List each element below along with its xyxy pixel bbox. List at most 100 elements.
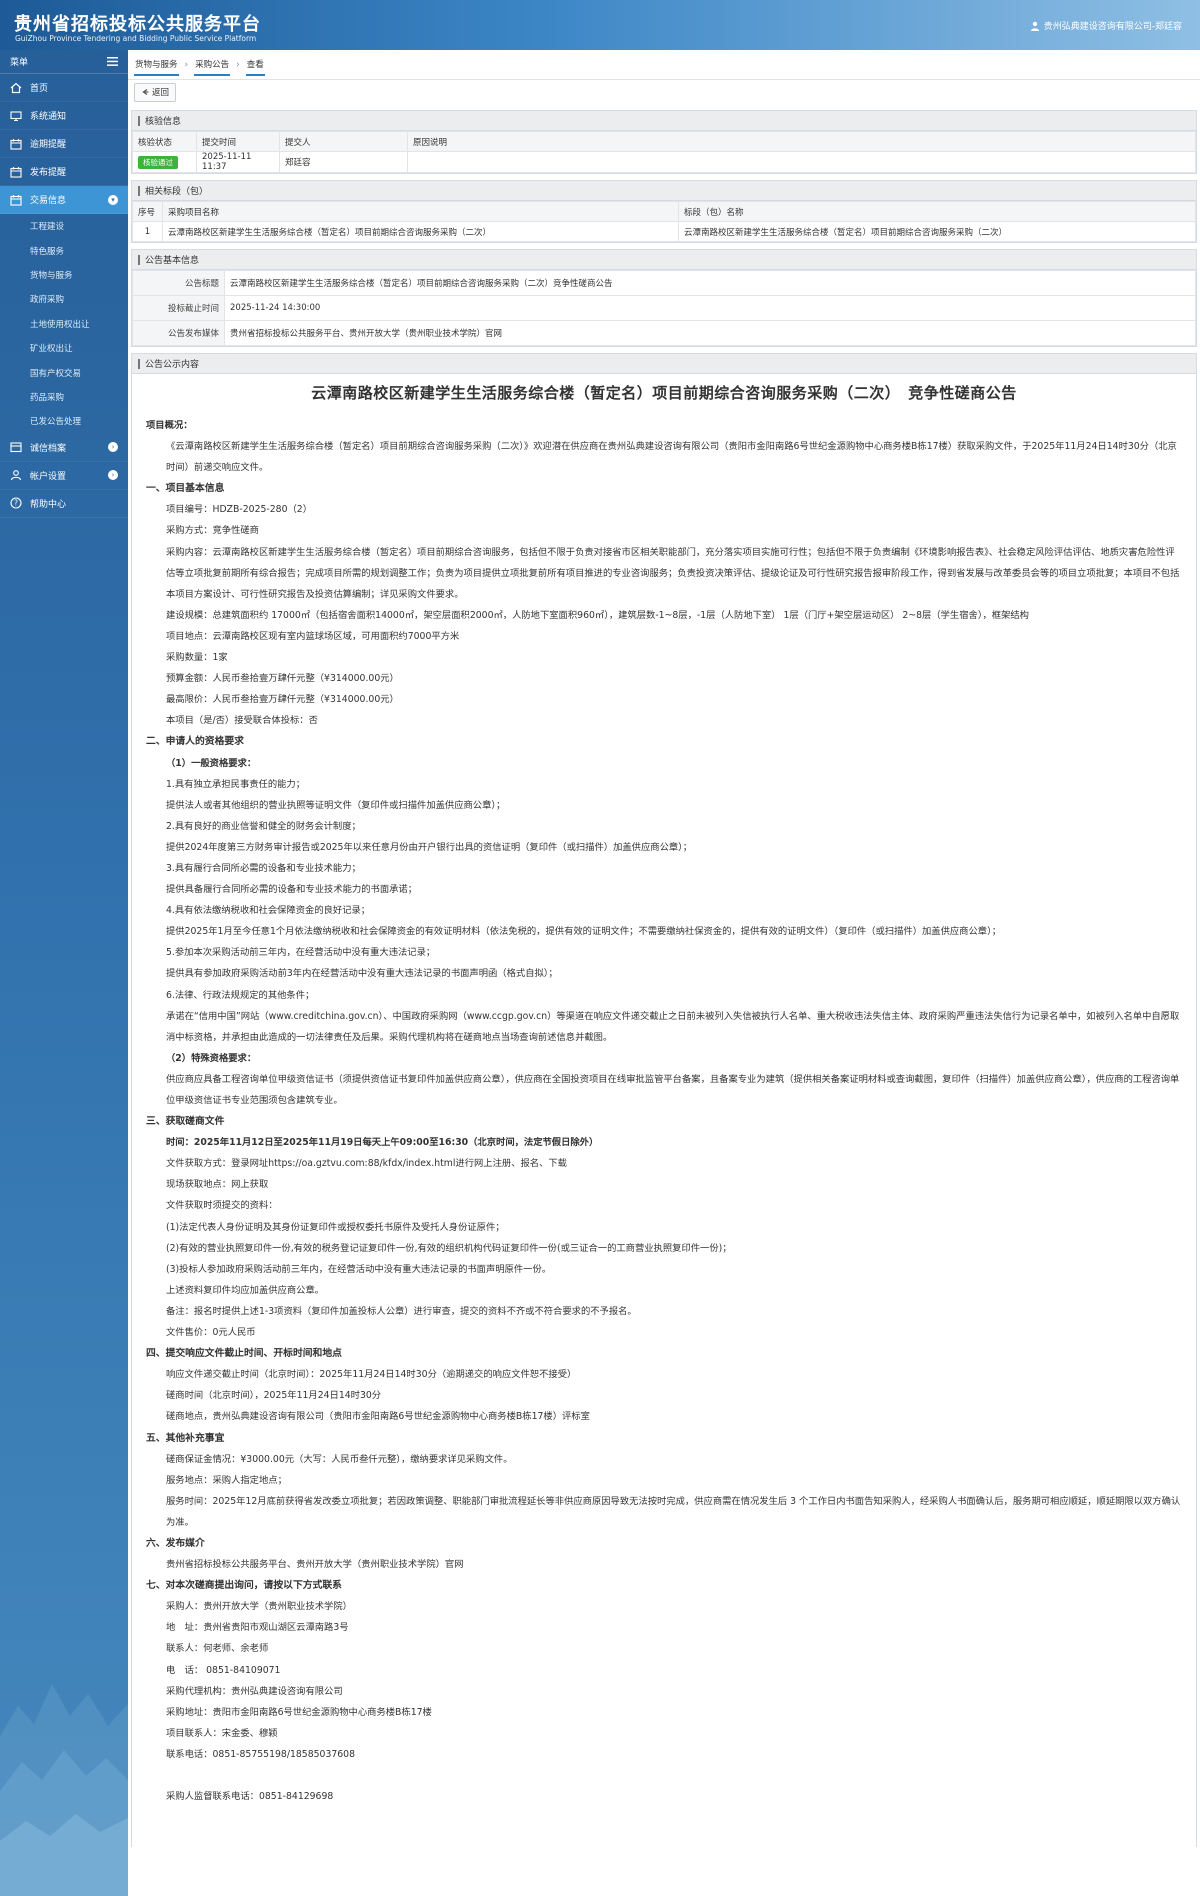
chevron-right-icon: › — [108, 442, 118, 453]
calendar-icon — [10, 166, 22, 178]
media-value: 贵州省招标投标公共服务平台、贵州开放大学（贵州职业技术学院）官网 — [224, 320, 1196, 346]
breadcrumb: 货物与服务 › 采购公告 › 查看 — [128, 50, 1200, 80]
user-icon — [1030, 21, 1039, 31]
sidebar-item-label: 首页 — [30, 84, 49, 94]
breadcrumb-separator: › — [236, 59, 240, 70]
notice-paragraph: 文件获取方式：登录网址https://oa.gztvu.com:88/kfdx/… — [166, 1158, 567, 1170]
back-button-label: 返回 — [152, 88, 170, 98]
user-name: 贵州弘典建设咨询有限公司-郑廷容 — [1043, 22, 1182, 32]
breadcrumb-separator: › — [184, 59, 189, 70]
table-row: 核验通过 2025-11-11 11:37 郑廷容 — [132, 151, 1196, 173]
sidebar-item-overdue[interactable]: 逾期提醒 — [0, 130, 128, 158]
verify-panel: 核验信息 核验状态 提交时间 提交人 原因说明 核验通过 2025-11-11 … — [131, 110, 1197, 174]
table-row: 公告发布媒体 贵州省招标投标公共服务平台、贵州开放大学（贵州职业技术学院）官网 — [132, 320, 1196, 346]
sidebar-item-help[interactable]: ? 帮助中心 — [0, 490, 128, 518]
notice-paragraph: 1.具有独立承担民事责任的能力； — [166, 778, 306, 790]
notice-paragraph: 项目编号：HDZB-2025-280（2） — [166, 504, 313, 516]
notice-section-heading: 六、发布媒介 — [146, 1537, 205, 1549]
sidebar-subitem-engineering[interactable]: 工程建设 — [0, 214, 128, 238]
notice-paragraph: 建设规模：总建筑面积约 17000㎡（包括宿舍面积14000㎡，架空层面积200… — [166, 609, 1029, 621]
sidebar: 菜单 首页 系统通知 逾期提醒 发布提醒 交易信息 ▾ 工程建设 特色服务 货物… — [0, 50, 128, 1896]
table-header: 核验状态 — [132, 131, 197, 152]
main-content: 货物与服务 › 采购公告 › 查看 返回 核验信息 核验状态 提交时间 提交人 … — [128, 50, 1200, 1896]
notice-paragraph: 2.具有良好的商业信誉和健全的财务会计制度； — [166, 820, 361, 832]
sidebar-subitem-land-transfer[interactable]: 土地使用权出让 — [0, 312, 128, 336]
notice-paragraph: 3.具有履行合同所必需的设备和专业技术能力； — [166, 862, 361, 874]
notice-paragraph: 提供2025年1月至今任意1个月依法缴纳税收和社会保障资金的有效证明材料（依法免… — [166, 926, 1002, 938]
sidebar-subitem-drug-procurement[interactable]: 药品采购 — [0, 385, 128, 409]
sidebar-item-notifications[interactable]: 系统通知 — [0, 102, 128, 130]
notice-paragraph: （1）一般资格要求： — [166, 757, 257, 769]
notice-paragraph: (3)投标人参加政府采购活动前三年内，在经营活动中没有重大违法记录的书面声明原件… — [166, 1263, 552, 1275]
panel-title: 公告基本信息 — [132, 250, 1196, 270]
notice-paragraph: 采购内容：云潭南路校区新建学生生活服务综合楼（暂定名）项目前期综合咨询服务，包括… — [166, 546, 1180, 600]
platform-subtitle: GuiZhou Province Tendering and Bidding P… — [15, 34, 257, 43]
sidebar-subitem-special-service[interactable]: 特色服务 — [0, 238, 128, 262]
sidebar-item-publish-reminder[interactable]: 发布提醒 — [0, 158, 128, 186]
sidebar-subitem-goods-services[interactable]: 货物与服务 — [0, 263, 128, 287]
info-label: 公告标题 — [132, 270, 225, 296]
panel-title: 相关标段（包） — [132, 181, 1196, 201]
user-icon — [10, 470, 22, 481]
notice-section-heading: 三、获取磋商文件 — [146, 1116, 225, 1128]
sidebar-subitem-state-property[interactable]: 国有产权交易 — [0, 360, 128, 384]
table-header: 原因说明 — [407, 131, 1196, 152]
menu-toggle-icon[interactable] — [107, 57, 118, 66]
notice-paragraph: 项目地点：云潭南路校区现有室内篮球场区域，可用面积约7000平方米 — [166, 630, 460, 642]
notice-section-heading: 四、提交响应文件截止时间、开标时间和地点 — [146, 1348, 342, 1360]
notice-paragraph: 备注：报名时提供上述1-3项资料（复印件加盖投标人公章）进行审查，提交的资料不齐… — [166, 1305, 637, 1317]
table-header: 采购项目名称 — [162, 201, 679, 222]
sidebar-mountain-decoration — [0, 1684, 128, 1896]
notice-paragraph: 《云潭南路校区新建学生生活服务综合楼（暂定名）项目前期综合咨询服务采购（二次）》… — [166, 441, 1177, 474]
notice-paragraph: 最高限价：人民币叁拾壹万肆仟元整（¥314000.00元） — [166, 694, 399, 706]
panel-title: 核验信息 — [132, 111, 1196, 131]
notice-section-heading: 七、对本次磋商提出询问，请按以下方式联系 — [146, 1580, 342, 1592]
notice-paragraph: 上述资料复印件均应加盖供应商公章。 — [166, 1284, 325, 1296]
tab-view[interactable]: 查看 — [245, 54, 265, 76]
notice-paragraph: 预算金额：人民币叁拾壹万肆仟元整（¥314000.00元） — [166, 673, 399, 685]
sidebar-item-home[interactable]: 首页 — [0, 74, 128, 102]
project-name: 云潭南路校区新建学生生活服务综合楼（暂定名）项目前期综合咨询服务采购（二次） — [162, 221, 679, 242]
status-cell: 核验通过 — [132, 151, 197, 173]
sidebar-item-label: 交易信息 — [30, 196, 67, 206]
calendar-icon — [10, 194, 22, 206]
notice-section-heading: 五、其他补充事宜 — [146, 1432, 225, 1444]
tab-goods-services[interactable]: 货物与服务 — [134, 54, 179, 76]
sidebar-item-label: 发布提醒 — [30, 168, 67, 178]
table-header: 序号 — [132, 201, 163, 222]
sidebar-subitem-published-notices[interactable]: 已发公告处理 — [0, 409, 128, 433]
tab-procurement-notice[interactable]: 采购公告 — [194, 54, 231, 76]
submit-time: 2025-11-11 11:37 — [196, 151, 280, 173]
back-button[interactable]: 返回 — [134, 82, 177, 102]
menu-label: 菜单 — [10, 58, 29, 68]
notice-paragraph: 本项目（是/否）接受联合体投标：否 — [166, 715, 318, 727]
notice-paragraph: 提供法人或者其他组织的营业执照等证明文件（复印件或扫描件加盖供应商公章）； — [166, 799, 506, 811]
sidebar-item-trade-info[interactable]: 交易信息 ▾ — [0, 186, 128, 214]
notice-paragraph: 4.具有依法缴纳税收和社会保障资金的良好记录； — [166, 905, 371, 917]
home-icon — [10, 82, 22, 93]
sidebar-item-label: 系统通知 — [30, 112, 67, 122]
notice-paragraph: 采购代理机构：贵州弘典建设咨询有限公司 — [166, 1685, 343, 1697]
notice-paragraph: 联系人：何老师、余老师 — [166, 1643, 269, 1655]
sidebar-subitem-mining-rights[interactable]: 矿业权出让 — [0, 336, 128, 360]
top-header: 贵州省招标投标公共服务平台 GuiZhou Province Tendering… — [0, 0, 1200, 50]
sidebar-item-account-settings[interactable]: 帐户设置 › — [0, 462, 128, 490]
notice-paragraph: 提供具备履行合同所必需的设备和专业技术能力的书面承诺； — [166, 884, 418, 896]
notice-paragraph: 电 话： 0851-84109071 — [166, 1664, 281, 1676]
user-menu[interactable]: 贵州弘典建设咨询有限公司-郑廷容 — [1030, 19, 1182, 32]
notice-panel: 公告公示内容 云潭南路校区新建学生生活服务综合楼（暂定名）项目前期综合咨询服务采… — [131, 353, 1197, 1848]
notice-paragraph: 提供2024年度第三方财务审计报告或2025年以来任意月份由开户银行出具的资信证… — [166, 841, 693, 853]
table-header: 标段（包）名称 — [678, 201, 1196, 222]
basic-info-panel: 公告基本信息 公告标题 云潭南路校区新建学生生活服务综合楼（暂定名）项目前期综合… — [131, 249, 1197, 347]
deadline-value: 2025-11-24 14:30:00 — [224, 295, 1196, 321]
row-number: 1 — [132, 221, 163, 242]
notice-paragraph: 磋商地点，贵州弘典建设咨询有限公司（贵阳市金阳南路6号世纪金源购物中心商务楼B栋… — [166, 1411, 590, 1423]
notice-body: 云潭南路校区新建学生生活服务综合楼（暂定名）项目前期综合咨询服务采购（二次） 竞… — [132, 374, 1196, 1847]
notice-heading: 云潭南路校区新建学生生活服务综合楼（暂定名）项目前期综合咨询服务采购（二次） 竞… — [311, 384, 1017, 402]
table-header: 提交时间 — [196, 131, 280, 152]
sidebar-item-credit-archive[interactable]: 诚信档案 › — [0, 434, 128, 462]
notice-paragraph: 项目概况： — [146, 420, 193, 431]
sidebar-subitem-gov-procurement[interactable]: 政府采购 — [0, 287, 128, 311]
info-label: 投标截止时间 — [132, 295, 225, 321]
sidebar-header: 菜单 — [0, 50, 128, 74]
